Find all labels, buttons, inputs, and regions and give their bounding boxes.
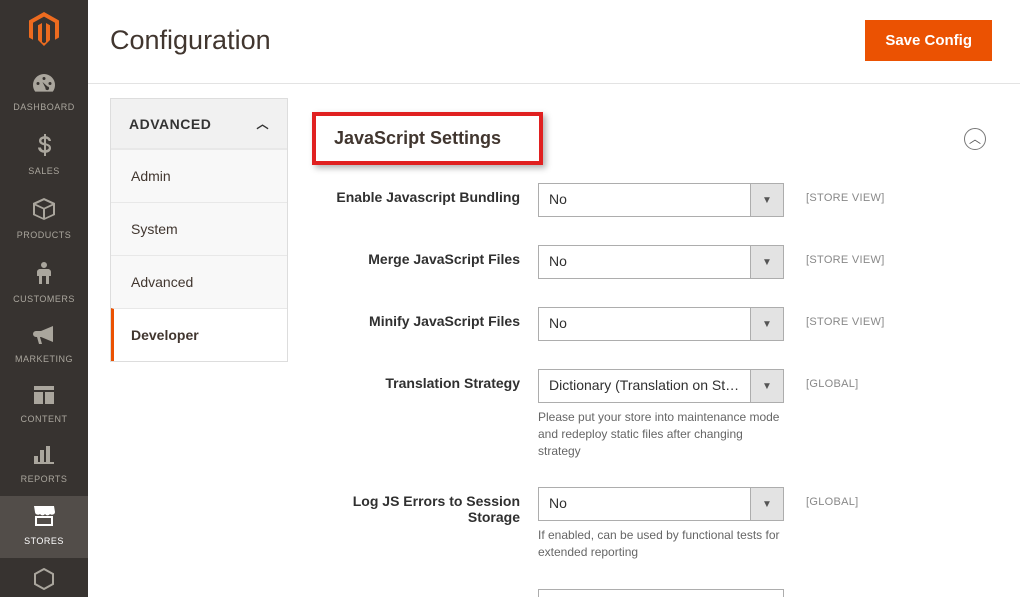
sidebar-item-label: MARKETING bbox=[15, 354, 73, 364]
sidebar-item-label: REPORTS bbox=[21, 474, 68, 484]
sidebar-item-stores[interactable]: STORES bbox=[0, 496, 88, 558]
sidebar-item-label: CONTENT bbox=[21, 414, 68, 424]
field-scope: [STORE VIEW] bbox=[784, 245, 914, 266]
bar-chart-icon bbox=[34, 446, 54, 470]
layout-icon bbox=[34, 386, 54, 410]
sidebar-item-marketing[interactable]: MARKETING bbox=[0, 316, 88, 376]
field-enable-bundling: Enable Javascript Bundling No ▼ [STORE V… bbox=[306, 183, 992, 217]
field-label: Log JS Errors to Session Storage Key bbox=[306, 589, 538, 597]
dollar-icon bbox=[37, 134, 51, 162]
select-log-errors[interactable]: No ▼ bbox=[538, 487, 784, 521]
sidebar-item-dashboard[interactable]: DASHBOARD bbox=[0, 64, 88, 124]
config-group-advanced[interactable]: ADVANCED ︿ bbox=[111, 99, 287, 149]
field-minify-js: Minify JavaScript Files No ▼ [STORE VIEW… bbox=[306, 307, 992, 341]
chevron-up-icon: ︿ bbox=[256, 115, 269, 132]
field-log-errors-key: Log JS Errors to Session Storage Key Use… bbox=[306, 589, 992, 597]
sidebar-item-label: DASHBOARD bbox=[13, 102, 75, 112]
sidebar-item-reports[interactable]: REPORTS bbox=[0, 436, 88, 496]
sidebar-item-system[interactable] bbox=[0, 558, 88, 597]
section-title: JavaScript Settings bbox=[334, 128, 501, 148]
gauge-icon bbox=[33, 74, 55, 98]
section-title-highlight: JavaScript Settings bbox=[312, 112, 543, 165]
config-subitem-admin[interactable]: Admin bbox=[111, 149, 287, 202]
field-note: If enabled, can be used by functional te… bbox=[538, 527, 784, 561]
page-title: Configuration bbox=[110, 25, 271, 56]
field-label: Translation Strategy bbox=[306, 369, 538, 391]
field-scope: [GLOBAL] bbox=[784, 589, 914, 597]
sidebar-item-label: PRODUCTS bbox=[17, 230, 72, 240]
config-nav: ADVANCED ︿ Admin System Advanced Develop… bbox=[88, 84, 288, 597]
person-icon bbox=[37, 262, 51, 290]
collapse-toggle[interactable]: ︿ bbox=[964, 128, 986, 150]
field-merge-js: Merge JavaScript Files No ▼ [STORE VIEW] bbox=[306, 245, 992, 279]
field-label: Minify JavaScript Files bbox=[306, 307, 538, 329]
select-minify-js[interactable]: No ▼ bbox=[538, 307, 784, 341]
config-subitem-advanced[interactable]: Advanced bbox=[111, 255, 287, 308]
chevron-down-icon: ▼ bbox=[750, 245, 784, 279]
page-header: Configuration Save Config bbox=[88, 0, 1020, 84]
sidebar-item-sales[interactable]: SALES bbox=[0, 124, 88, 188]
select-enable-bundling[interactable]: No ▼ bbox=[538, 183, 784, 217]
field-translation: Translation Strategy Dictionary (Transla… bbox=[306, 369, 992, 459]
config-subitem-system[interactable]: System bbox=[111, 202, 287, 255]
sidebar-item-label: CUSTOMERS bbox=[13, 294, 75, 304]
megaphone-icon bbox=[33, 326, 55, 350]
hexagon-icon bbox=[34, 568, 54, 596]
field-label: Merge JavaScript Files bbox=[306, 245, 538, 267]
config-subitem-developer[interactable]: Developer bbox=[111, 308, 287, 361]
field-scope: [STORE VIEW] bbox=[784, 307, 914, 328]
config-group-label: ADVANCED bbox=[129, 116, 211, 132]
sidebar-item-content[interactable]: CONTENT bbox=[0, 376, 88, 436]
settings-panel: JavaScript Settings ︿ Enable Javascript … bbox=[288, 84, 1020, 597]
sidebar-item-customers[interactable]: CUSTOMERS bbox=[0, 252, 88, 316]
chevron-up-icon: ︿ bbox=[969, 130, 981, 147]
input-log-errors-key[interactable] bbox=[538, 589, 784, 597]
box-icon bbox=[33, 198, 55, 226]
field-scope: [GLOBAL] bbox=[784, 487, 914, 508]
sidebar-item-products[interactable]: PRODUCTS bbox=[0, 188, 88, 252]
save-config-button[interactable]: Save Config bbox=[865, 20, 992, 61]
field-label: Log JS Errors to Session Storage bbox=[306, 487, 538, 525]
field-label: Enable Javascript Bundling bbox=[306, 183, 538, 205]
select-translation[interactable]: Dictionary (Translation on Storefront si… bbox=[538, 369, 784, 403]
sidebar-item-label: STORES bbox=[24, 536, 64, 546]
admin-sidebar: DASHBOARD SALES PRODUCTS CUSTOMERS MARKE… bbox=[0, 0, 88, 597]
field-scope: [GLOBAL] bbox=[784, 369, 914, 390]
section-header[interactable]: JavaScript Settings ︿ bbox=[306, 98, 992, 183]
magento-logo[interactable] bbox=[24, 12, 64, 46]
field-note: Please put your store into maintenance m… bbox=[538, 409, 784, 459]
chevron-down-icon: ▼ bbox=[750, 183, 784, 217]
field-log-errors: Log JS Errors to Session Storage No ▼ If… bbox=[306, 487, 992, 561]
chevron-down-icon: ▼ bbox=[750, 487, 784, 521]
sidebar-item-label: SALES bbox=[28, 166, 60, 176]
select-merge-js[interactable]: No ▼ bbox=[538, 245, 784, 279]
chevron-down-icon: ▼ bbox=[750, 369, 784, 403]
field-scope: [STORE VIEW] bbox=[784, 183, 914, 204]
chevron-down-icon: ▼ bbox=[750, 307, 784, 341]
store-icon bbox=[33, 506, 55, 532]
